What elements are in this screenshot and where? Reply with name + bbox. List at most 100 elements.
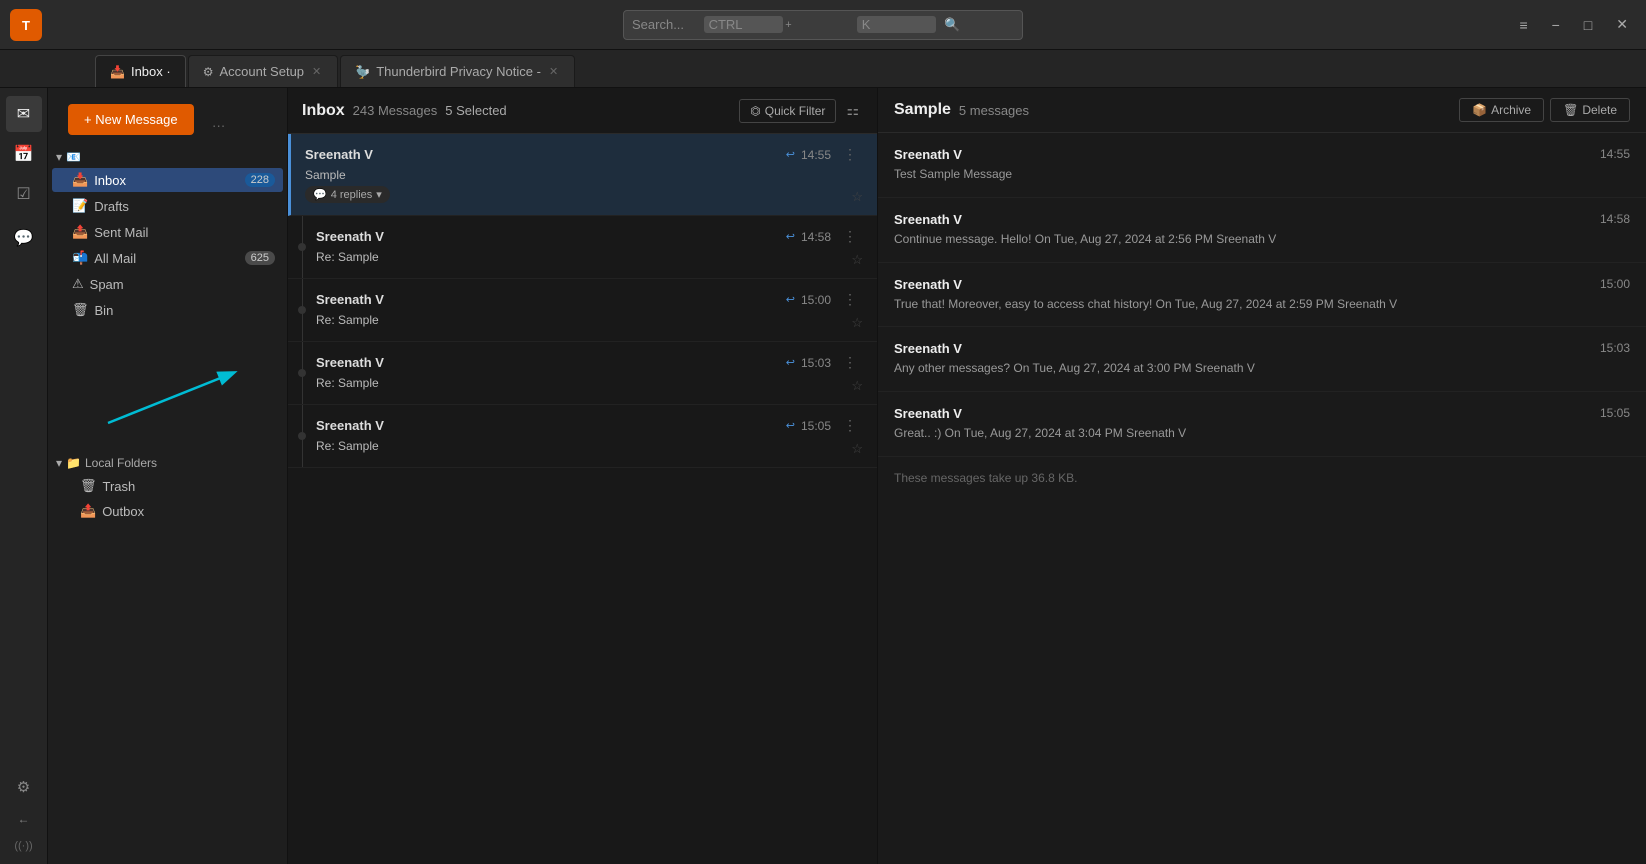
folder-trash-label: Trash [103,479,136,494]
message-subject-3: Re: Sample [316,313,863,327]
maximize-button[interactable]: □ [1576,13,1600,37]
replies-chevron-1: ▾ [376,188,382,201]
tab-privacy-close[interactable]: ✕ [547,63,560,80]
detail-sender-1: Sreenath V [894,147,962,162]
thread-options-button[interactable]: ⚏ [842,98,863,123]
message-more-5[interactable]: ⋮ [837,415,863,436]
folder-item-trash[interactable]: 🗑 Trash [52,474,283,498]
message-time-1: 14:55 [801,148,831,162]
tab-account-setup-icon: ⚙ [203,65,214,79]
tab-account-setup-label: Account Setup [219,64,304,79]
local-folders-icon: 📁 [66,456,81,470]
tab-account-setup-close[interactable]: ✕ [310,63,323,80]
message-subject-4: Re: Sample [316,376,863,390]
folder-item-allmail[interactable]: 📬 All Mail 625 [52,246,283,270]
message-time-5: 15:05 [801,419,831,433]
delete-icon: 🗑 [1563,103,1578,117]
drafts-icon: 📝 [72,198,88,214]
message-sender-3: Sreenath V [316,292,384,307]
archive-button[interactable]: 📦 Archive [1459,98,1544,122]
message-more-1[interactable]: ⋮ [837,144,863,165]
local-folders-expand-icon: ▾ [56,456,62,470]
detail-panel: Sample 5 messages 📦 Archive 🗑 Delete Sre… [878,88,1646,864]
quick-filter-button[interactable]: ⏣ Quick Filter [739,99,836,123]
minimize-button[interactable]: − [1544,13,1568,37]
detail-time-5: 15:05 [1600,406,1630,421]
inbox-title: Inbox [302,102,345,120]
account-header[interactable]: ▾ 📧 [48,147,287,167]
star-icon-3[interactable]: ☆ [851,315,863,331]
sidebar-icon-mail[interactable]: ✉ [6,96,42,132]
detail-body-3: True that! Moreover, easy to access chat… [894,296,1630,313]
detail-message-2: Sreenath V 14:58 Continue message. Hello… [878,198,1646,263]
folder-item-inbox[interactable]: 📥 Inbox 228 [52,168,283,192]
detail-time-4: 15:03 [1600,341,1630,356]
star-icon-5[interactable]: ☆ [851,441,863,457]
local-folders-label: Local Folders [85,456,157,470]
message-item-1[interactable]: Sreenath V ↩ 14:55 ⋮ Sample 💬 4 replies … [288,134,877,216]
window-controls: ≡ − □ ✕ [1511,12,1636,37]
detail-body-5: Great.. :) On Tue, Aug 27, 2024 at 3:04 … [894,425,1630,442]
message-item-3[interactable]: Sreenath V ↩ 15:00 ⋮ Re: Sample ☆ [288,279,877,342]
folder-item-outbox[interactable]: 📤 Outbox [52,499,283,523]
delete-button[interactable]: 🗑 Delete [1550,98,1630,122]
detail-count: 5 messages [959,103,1029,118]
star-icon-1[interactable]: ☆ [851,189,863,205]
collapse-sidebar-button[interactable]: ← [12,806,36,832]
allmail-icon: 📬 [72,250,88,266]
detail-body-4: Any other messages? On Tue, Aug 27, 2024… [894,360,1630,377]
star-icon-2[interactable]: ☆ [851,252,863,268]
tab-bar: 📥 Inbox · ⚙ Account Setup ✕ 🦤 Thunderbir… [0,50,1646,88]
replies-badge-1[interactable]: 💬 4 replies ▾ [305,186,390,203]
search-icon: 🔍 [944,17,1014,33]
folder-item-bin[interactable]: 🗑 Bin [52,298,283,322]
message-item-4[interactable]: Sreenath V ↩ 15:03 ⋮ Re: Sample ☆ [288,342,877,405]
message-count: 243 Messages [353,103,438,118]
app-logo: T [10,9,42,41]
folder-item-drafts[interactable]: 📝 Drafts [52,194,283,218]
delete-label: Delete [1582,103,1617,117]
thunderbird-logo-svg: T [15,14,37,36]
message-more-4[interactable]: ⋮ [837,352,863,373]
trash-icon: 🗑 [80,478,97,494]
message-more-2[interactable]: ⋮ [837,226,863,247]
replies-icon-1: 💬 [313,188,327,201]
message-item-5[interactable]: Sreenath V ↩ 15:05 ⋮ Re: Sample ☆ [288,405,877,468]
message-sender-5: Sreenath V [316,418,384,433]
inbox-badge: 228 [245,173,275,187]
message-item-2[interactable]: Sreenath V ↩ 14:58 ⋮ Re: Sample ☆ [288,216,877,279]
selected-count: 5 Selected [445,103,506,118]
detail-sender-3: Sreenath V [894,277,962,292]
search-input[interactable]: Search... CTRL + K 🔍 [623,10,1023,40]
folder-item-spam[interactable]: ⚠ Spam [52,272,283,296]
detail-actions: 📦 Archive 🗑 Delete [1459,98,1630,122]
settings-button[interactable]: ⚙ [11,772,36,802]
detail-body-1: Test Sample Message [894,166,1630,183]
new-message-button[interactable]: + New Message [68,104,194,135]
folder-inbox-label: Inbox [94,173,126,188]
tab-inbox[interactable]: 📥 Inbox · [95,55,186,87]
message-more-3[interactable]: ⋮ [837,289,863,310]
sidebar-icon-tasks[interactable]: ☑ [6,176,42,212]
folder-sent-label: Sent Mail [94,225,148,240]
menu-button[interactable]: ≡ [1511,13,1535,37]
detail-message-5: Sreenath V 15:05 Great.. :) On Tue, Aug … [878,392,1646,457]
message-list-panel: Inbox 243 Messages 5 Selected ⏣ Quick Fi… [288,88,878,864]
account-icon: 📧 [66,150,81,164]
main-layout: ✉ 📅 ☑ 💬 ⚙ ← ((·)) + New Message … ▾ 📧 📥 … [0,88,1646,864]
tab-inbox-label: Inbox · [131,64,171,79]
tab-account-setup[interactable]: ⚙ Account Setup ✕ [188,55,339,87]
folder-item-sent[interactable]: 📤 Sent Mail [52,220,283,244]
close-button[interactable]: ✕ [1608,12,1636,37]
reply-icon-5: ↩ [786,419,795,432]
sidebar-icon-calendar[interactable]: 📅 [6,136,42,172]
account-expand-icon: ▾ [56,150,62,164]
folder-more-options[interactable]: … [206,112,232,132]
detail-time-2: 14:58 [1600,212,1630,227]
message-time-3: 15:00 [801,293,831,307]
star-icon-4[interactable]: ☆ [851,378,863,394]
archive-icon: 📦 [1472,103,1487,117]
sidebar-icon-chat[interactable]: 💬 [6,220,42,256]
tab-privacy[interactable]: 🦤 Thunderbird Privacy Notice - ✕ [340,55,575,87]
local-folders-header[interactable]: ▾ 📁 Local Folders [48,453,287,473]
